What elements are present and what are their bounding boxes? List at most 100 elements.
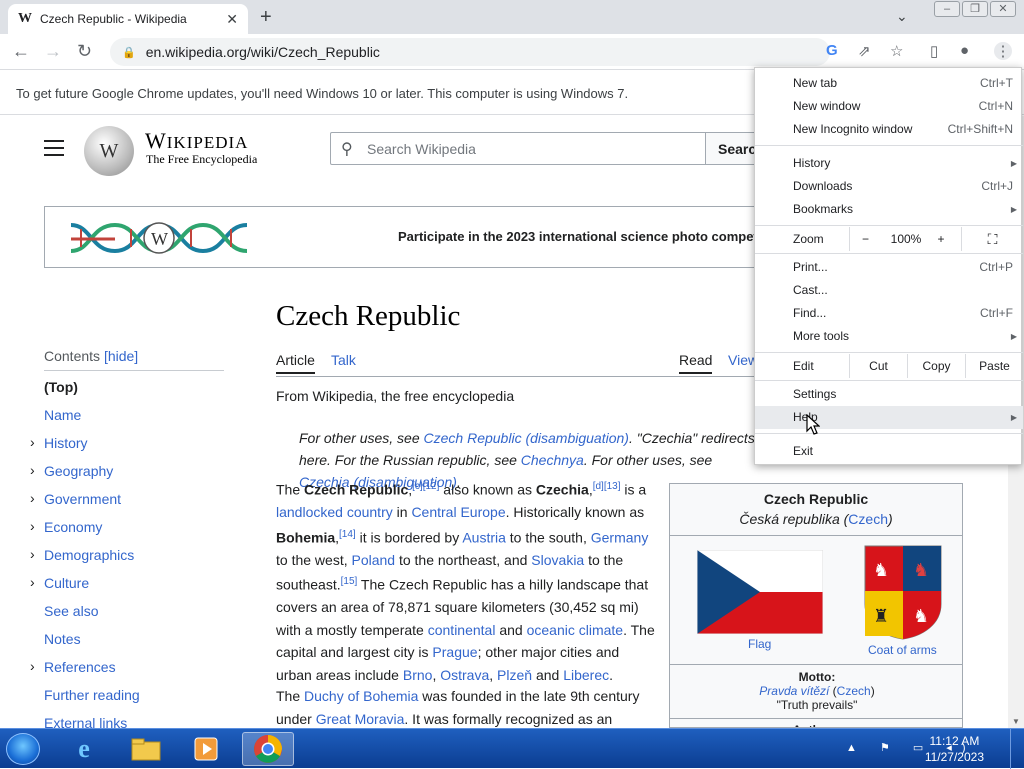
maximize-button[interactable]: ❐: [962, 1, 988, 17]
tab-talk[interactable]: Talk: [331, 352, 356, 368]
link[interactable]: Poland: [351, 552, 395, 568]
toc-item[interactable]: › Geography: [30, 461, 234, 489]
toc-item[interactable]: Name: [44, 405, 234, 433]
cut-button[interactable]: Cut: [849, 354, 907, 378]
photo-contest-banner[interactable]: W Participate in the 2023 international …: [44, 206, 804, 268]
menu-shortcut: Ctrl+J: [981, 179, 1013, 193]
menu-icon[interactable]: [44, 140, 64, 161]
windows-start-icon[interactable]: [6, 733, 40, 765]
link[interactable]: Brno: [403, 667, 433, 683]
tab-read[interactable]: Read: [679, 352, 713, 374]
tab-wikipedia[interactable]: W Czech Republic - Wikipedia ✕: [8, 4, 248, 34]
coat-of-arms-image[interactable]: ♞ ♞ ♜ ♞: [863, 544, 943, 640]
link[interactable]: Central Europe: [411, 504, 505, 520]
explorer-icon[interactable]: [120, 732, 172, 766]
toc-item[interactable]: › Demographics: [30, 545, 234, 573]
search-input[interactable]: ⚲ Search Wikipedia: [330, 132, 706, 165]
kebab-icon[interactable]: ⋮: [994, 42, 1012, 60]
link[interactable]: Plzeň: [497, 667, 532, 683]
toc-hide-link[interactable]: [hide]: [104, 348, 138, 364]
link[interactable]: Slovakia: [531, 552, 584, 568]
paste-button[interactable]: Paste: [965, 354, 1023, 378]
chevron-right-icon[interactable]: ›: [30, 572, 35, 592]
menu-item-history[interactable]: History ▶: [755, 152, 1023, 175]
chevron-right-icon[interactable]: ›: [30, 516, 35, 536]
toc-item[interactable]: › History: [30, 433, 234, 461]
menu-item-settings[interactable]: Settings: [755, 383, 1023, 406]
chevron-right-icon[interactable]: ›: [30, 544, 35, 564]
minimize-button[interactable]: –: [934, 1, 960, 17]
link[interactable]: Germany: [591, 529, 649, 545]
star-icon[interactable]: ☆: [890, 42, 903, 60]
toc-item[interactable]: (Top): [44, 377, 234, 405]
chevron-right-icon[interactable]: ›: [30, 488, 35, 508]
back-icon[interactable]: ←: [12, 41, 30, 62]
link[interactable]: Ostrava: [440, 667, 489, 683]
toc-item[interactable]: › References: [30, 657, 234, 685]
link[interactable]: Great Moravia: [316, 711, 405, 727]
ie-icon[interactable]: e: [58, 732, 110, 766]
menu-item-cast[interactable]: Cast...: [755, 279, 1023, 302]
scroll-down-icon[interactable]: ▼: [1012, 717, 1020, 726]
close-icon[interactable]: ✕: [226, 11, 238, 28]
link[interactable]: Czech: [837, 684, 871, 698]
toc-item[interactable]: See also: [44, 601, 234, 629]
close-window-button[interactable]: ✕: [990, 1, 1016, 17]
menu-item-new-tab[interactable]: New tab Ctrl+T: [755, 72, 1023, 95]
link[interactable]: Prague: [432, 644, 477, 660]
reload-icon[interactable]: ↻: [77, 41, 92, 62]
link[interactable]: Austria: [462, 529, 506, 545]
profile-icon[interactable]: ●: [960, 42, 969, 59]
czech-flag-image[interactable]: [697, 550, 823, 634]
toc-item[interactable]: › Culture: [30, 573, 234, 601]
link[interactable]: Duchy of Bohemia: [304, 688, 418, 704]
menu-item-find[interactable]: Find... Ctrl+F: [755, 302, 1023, 325]
toc-item[interactable]: Notes: [44, 629, 234, 657]
svg-text:♞: ♞: [913, 560, 929, 580]
menu-item-print[interactable]: Print... Ctrl+P: [755, 256, 1023, 279]
toc-heading-text: Contents: [44, 348, 101, 364]
link[interactable]: landlocked country: [276, 504, 393, 520]
sidepanel-icon[interactable]: ▯: [930, 42, 938, 60]
chevron-right-icon[interactable]: ›: [30, 432, 35, 452]
menu-item-more-tools[interactable]: More tools ▶: [755, 325, 1023, 348]
copy-button[interactable]: Copy: [907, 354, 965, 378]
address-bar[interactable]: 🔒 en.wikipedia.org/wiki/Czech_Republic: [110, 38, 830, 66]
zoom-out-button[interactable]: −: [849, 227, 881, 251]
chrome-icon[interactable]: [242, 732, 294, 766]
window-controls: – ❐ ✕: [934, 1, 1016, 17]
menu-item-new-window[interactable]: New window Ctrl+N: [755, 95, 1023, 118]
menu-item-downloads[interactable]: Downloads Ctrl+J: [755, 175, 1023, 198]
hatnote-link[interactable]: Chechnya: [521, 452, 584, 468]
wikipedia-wordmark[interactable]: WIKIPEDIA: [145, 128, 248, 154]
wikipedia-logo[interactable]: W: [84, 126, 134, 176]
link[interactable]: Czech: [848, 511, 888, 527]
coat-of-arms-caption[interactable]: Coat of arms: [868, 643, 937, 657]
motto-text[interactable]: Pravda vítězí: [759, 684, 829, 698]
toc-item[interactable]: › Government: [30, 489, 234, 517]
chevron-down-icon[interactable]: ⌄: [896, 8, 908, 25]
google-icon[interactable]: G: [826, 42, 838, 59]
link[interactable]: oceanic climate: [527, 622, 624, 638]
chevron-right-icon[interactable]: ›: [30, 656, 35, 676]
menu-item-exit[interactable]: Exit: [755, 440, 1023, 463]
media-icon[interactable]: [180, 732, 232, 766]
menu-item-incognito[interactable]: New Incognito window Ctrl+Shift+N: [755, 118, 1023, 141]
menu-item-bookmarks[interactable]: Bookmarks ▶: [755, 198, 1023, 221]
flag-caption[interactable]: Flag: [748, 637, 771, 651]
hatnote-link[interactable]: Czech Republic (disambiguation): [424, 430, 629, 446]
toc-item[interactable]: Further reading: [44, 685, 234, 713]
chevron-right-icon[interactable]: ›: [30, 460, 35, 480]
plus-icon[interactable]: +: [260, 6, 272, 29]
toc-item[interactable]: › Economy: [30, 517, 234, 545]
link[interactable]: continental: [428, 622, 496, 638]
clock[interactable]: 11:12 AM 11/27/2023: [925, 733, 984, 765]
menu-item-help[interactable]: Help ▶: [755, 406, 1023, 429]
fullscreen-icon[interactable]: ⛶: [961, 227, 1023, 251]
forward-icon[interactable]: →: [44, 41, 62, 62]
tab-article[interactable]: Article: [276, 352, 315, 374]
link[interactable]: Liberec: [563, 667, 609, 683]
zoom-in-button[interactable]: +: [927, 227, 955, 251]
show-desktop-button[interactable]: [1010, 729, 1024, 769]
share-icon[interactable]: ⇗: [858, 42, 871, 60]
